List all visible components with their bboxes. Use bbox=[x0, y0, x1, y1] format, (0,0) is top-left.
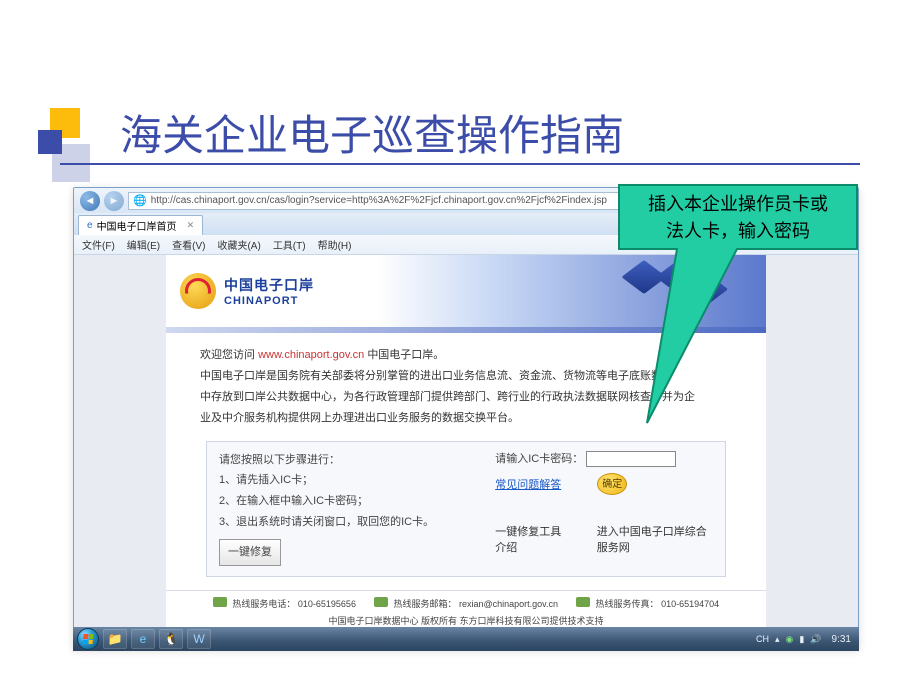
tray-network-icon[interactable]: ▮ bbox=[799, 634, 804, 645]
slide-deco bbox=[38, 108, 108, 178]
menu-view[interactable]: 查看(V) bbox=[172, 237, 205, 252]
welcome-suffix: 中国电子口岸。 bbox=[367, 349, 444, 361]
tab-chinaport[interactable]: e 中国电子口岸首页 ✕ bbox=[78, 215, 203, 235]
menu-tools[interactable]: 工具(T) bbox=[273, 237, 306, 252]
callout-bubble: 插入本企业操作员卡或 法人卡，输入密码 bbox=[617, 183, 859, 433]
taskbar-ie-icon[interactable]: e bbox=[131, 629, 155, 649]
welcome-prefix: 欢迎您访问 bbox=[200, 349, 255, 361]
step-1: 1、请先插入IC卡； bbox=[219, 470, 485, 491]
phone-icon bbox=[213, 597, 227, 607]
brand-cn: 中国电子口岸 bbox=[224, 275, 314, 295]
windows-taskbar: 📁 e 🐧 W CH ▴ ◉ ▮ 🔊 9:31 bbox=[73, 627, 859, 651]
back-button[interactable]: ◄ bbox=[80, 191, 100, 211]
login-form: 请输入IC卡密码： 常见问题解答 确定 一键修复工具介绍 进入中国电子口岸综合服… bbox=[485, 450, 713, 566]
login-panel: 请您按照以下步骤进行： 1、请先插入IC卡； 2、在输入框中输入IC卡密码； 3… bbox=[206, 441, 726, 577]
ic-password-input[interactable] bbox=[586, 451, 676, 467]
hotline-mail: rexian@chinaport.gov.cn bbox=[459, 599, 558, 609]
faq-link[interactable]: 常见问题解答 bbox=[495, 476, 561, 492]
start-button[interactable] bbox=[77, 628, 99, 650]
tray-shield-icon[interactable]: ◉ bbox=[786, 634, 794, 645]
taskbar-explorer-icon[interactable]: 📁 bbox=[103, 629, 127, 649]
repair-button[interactable]: 一键修复 bbox=[219, 539, 281, 566]
tab-close-icon[interactable]: ✕ bbox=[187, 220, 195, 231]
taskbar-word-icon[interactable]: W bbox=[187, 629, 211, 649]
taskbar-qq-icon[interactable]: 🐧 bbox=[159, 629, 183, 649]
brand: 中国电子口岸 CHINAPORT bbox=[224, 275, 314, 307]
tab-favicon: e bbox=[87, 220, 93, 231]
hotline-fax-label: 热线服务传真： bbox=[596, 599, 659, 609]
slide-title: 海关企业电子巡查操作指南 bbox=[120, 102, 624, 163]
callout-line2: 法人卡，输入密码 bbox=[666, 221, 810, 241]
step-3: 3、退出系统时请关闭窗口，取回您的IC卡。 bbox=[219, 512, 485, 533]
footer-copyright: 中国电子口岸数据中心 版权所有 东方口岸科技有限公司提供技术支持 bbox=[176, 614, 756, 627]
mail-icon bbox=[374, 597, 388, 607]
menu-file[interactable]: 文件(F) bbox=[82, 237, 115, 252]
welcome-url: www.chinaport.gov.cn bbox=[258, 349, 364, 361]
hotline-tel-label: 热线服务电话： bbox=[232, 599, 295, 609]
fax-icon bbox=[576, 597, 590, 607]
tool-intro-link[interactable]: 一键修复工具介绍 bbox=[495, 523, 567, 555]
hotline-tel: 010-65195656 bbox=[298, 599, 356, 609]
windows-logo-icon bbox=[82, 634, 93, 644]
brand-en: CHINAPORT bbox=[224, 295, 314, 307]
taskbar-clock[interactable]: 9:31 bbox=[828, 634, 855, 645]
step-2: 2、在输入框中输入IC卡密码； bbox=[219, 491, 485, 512]
tab-title: 中国电子口岸首页 bbox=[97, 218, 177, 233]
ime-indicator[interactable]: CH bbox=[756, 634, 769, 644]
title-underline bbox=[60, 163, 860, 165]
tray-volume-icon[interactable]: 🔊 bbox=[810, 634, 821, 645]
portal-link[interactable]: 进入中国电子口岸综合服务网 bbox=[597, 523, 713, 555]
hotline-mail-label: 热线服务邮箱： bbox=[393, 599, 456, 609]
system-tray: CH ▴ ◉ ▮ 🔊 9:31 bbox=[756, 634, 855, 645]
url-text: http://cas.chinaport.gov.cn/cas/login?se… bbox=[151, 195, 607, 206]
menu-help[interactable]: 帮助(H) bbox=[318, 237, 352, 252]
callout-line1: 插入本企业操作员卡或 bbox=[648, 194, 828, 214]
login-steps: 请您按照以下步骤进行： 1、请先插入IC卡； 2、在输入框中输入IC卡密码； 3… bbox=[219, 450, 485, 566]
steps-heading: 请您按照以下步骤进行： bbox=[219, 450, 485, 471]
ok-button[interactable]: 确定 bbox=[597, 473, 627, 495]
globe-icon: 🌐 bbox=[133, 194, 147, 207]
tray-expand-icon[interactable]: ▴ bbox=[775, 634, 780, 645]
forward-button[interactable]: ► bbox=[104, 191, 124, 211]
menu-favorites[interactable]: 收藏夹(A) bbox=[217, 237, 260, 252]
chinaport-logo-icon bbox=[180, 273, 216, 309]
password-label: 请输入IC卡密码： bbox=[495, 453, 583, 465]
menu-edit[interactable]: 编辑(E) bbox=[127, 237, 160, 252]
hotline-fax: 010-65194704 bbox=[661, 599, 719, 609]
